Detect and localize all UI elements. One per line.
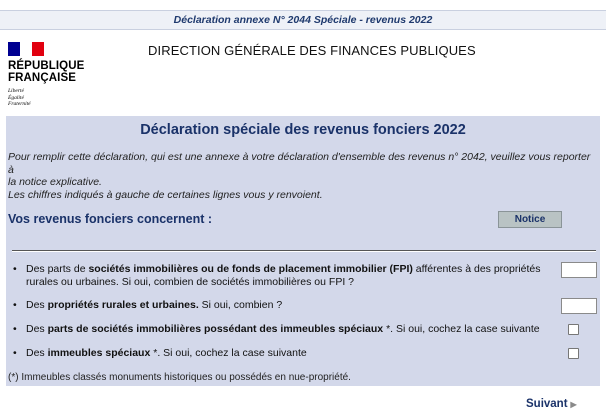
notice-button[interactable]: Notice [498, 211, 562, 228]
question-special-buildings-shares: • Des parts de sociétés immobilières pos… [13, 323, 540, 335]
logo-name: RÉPUBLIQUE FRANÇAISE [8, 60, 85, 84]
intro-text: Pour remplir cette déclaration, qui est … [8, 151, 591, 201]
special-buildings-shares-checkbox[interactable] [568, 324, 579, 335]
agency-name: DIRECTION GÉNÉRALE DES FINANCES PUBLIQUE… [148, 43, 476, 58]
bullet-icon: • [13, 299, 17, 311]
page-title: Déclaration spéciale des revenus foncier… [140, 122, 466, 138]
divider [12, 250, 596, 252]
arrow-right-icon: ▶ [570, 400, 577, 409]
next-button[interactable]: Suivant ▶ [526, 398, 577, 410]
next-label: Suivant [526, 398, 568, 410]
bullet-icon: • [13, 347, 17, 359]
question-properties: • Des propriétés rurales et urbaines. Si… [13, 299, 283, 311]
question-fpi: • Des parts de sociétés immobilières ou … [13, 263, 541, 288]
logo-motto: Liberté Égalité Fraternité [8, 88, 31, 107]
section-title: Vos revenus fonciers concernent : [8, 212, 212, 226]
french-flag-icon [8, 42, 44, 56]
republique-francaise-logo: RÉPUBLIQUE FRANÇAISE Liberté Égalité Fra… [8, 42, 108, 108]
bullet-icon: • [13, 263, 17, 275]
question-special-buildings: • Des immeubles spéciaux *. Si oui, coch… [13, 347, 307, 359]
form-title: Déclaration annexe N° 2044 Spéciale - re… [173, 14, 433, 26]
properties-count-input[interactable] [561, 298, 597, 314]
bullet-icon: • [13, 323, 17, 335]
special-buildings-checkbox[interactable] [568, 348, 579, 359]
fpi-count-input[interactable] [561, 262, 597, 278]
form-title-bar: Déclaration annexe N° 2044 Spéciale - re… [0, 10, 606, 30]
footnote: (*) Immeubles classés monuments historiq… [8, 372, 351, 383]
form-panel: Déclaration spéciale des revenus foncier… [6, 116, 600, 386]
